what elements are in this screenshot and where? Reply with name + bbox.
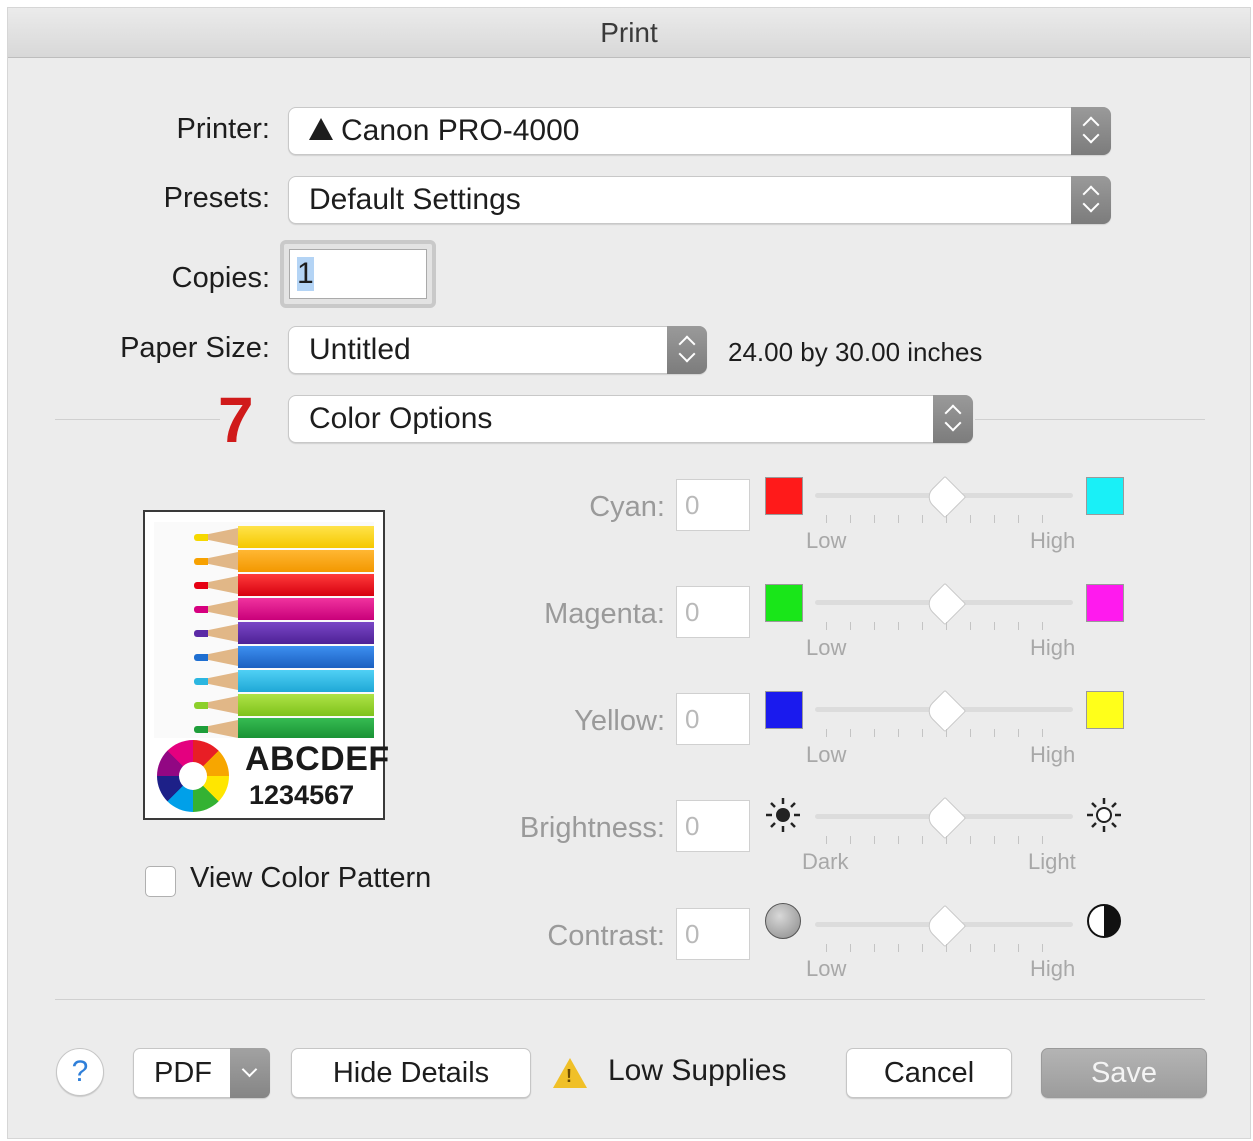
magenta-slider-ticks [826, 622, 1066, 630]
cyan-low-label: Low [806, 528, 847, 553]
warning-exclamation: ! [566, 1066, 572, 1086]
contrast-field[interactable]: 0 [676, 908, 750, 960]
popup-arrows-icon [933, 395, 973, 443]
save-button[interactable]: Save [1041, 1048, 1207, 1098]
separator [55, 419, 220, 420]
copies-field[interactable] [289, 249, 427, 299]
brightness-low-label: Dark [802, 849, 849, 874]
contrast-slider-ticks [826, 944, 1066, 952]
brightness-label: Brightness: [519, 812, 665, 844]
yellow-field[interactable]: 0 [676, 693, 750, 745]
color-preview-image: ABCDEF 1234567 [143, 510, 389, 820]
cyan-field[interactable]: 0 [676, 479, 750, 531]
brightness-slider-ticks [826, 836, 1066, 844]
popup-arrows-icon [1071, 107, 1111, 155]
contrast-high-label: High [1030, 956, 1076, 981]
sun-light-icon [1087, 798, 1121, 832]
view-color-pattern-label: View Color Pattern [190, 862, 432, 894]
window-title: Print [8, 8, 1250, 58]
presets-value: Default Settings [309, 183, 521, 216]
cyan-low-swatch [765, 477, 803, 515]
cyan-label: Cyan: [589, 491, 665, 523]
contrast-label: Contrast: [547, 920, 665, 952]
magenta-high-swatch [1086, 584, 1124, 622]
pdf-menu-button[interactable]: PDF [133, 1048, 270, 1098]
contrast-low-label: Low [806, 956, 847, 981]
magenta-label: Magenta: [544, 598, 665, 630]
help-button[interactable]: ? [56, 1048, 104, 1096]
presets-popup[interactable]: Default Settings [288, 176, 1111, 224]
magenta-low-swatch [765, 584, 803, 622]
paper-size-label: Paper Size: [120, 332, 270, 364]
printer-popup[interactable]: Canon PRO-4000 [288, 107, 1111, 155]
panel-select-popup[interactable]: Color Options [288, 395, 973, 443]
cancel-button[interactable]: Cancel [846, 1048, 1012, 1098]
step-number-annotation: 7 [218, 384, 254, 456]
view-color-pattern-checkbox[interactable] [145, 866, 176, 897]
panel-select-value: Color Options [309, 402, 493, 435]
chevron-down-icon [230, 1048, 270, 1098]
warning-triangle-icon [309, 118, 333, 141]
sun-dark-icon [766, 798, 800, 832]
yellow-label: Yellow: [574, 705, 665, 737]
low-supplies-label[interactable]: Low Supplies [608, 1054, 786, 1088]
paper-size-value: Untitled [309, 333, 411, 366]
brightness-high-label: Light [1028, 849, 1076, 874]
paper-size-dimensions: 24.00 by 30.00 inches [728, 337, 983, 367]
magenta-low-label: Low [806, 635, 847, 660]
separator [975, 419, 1205, 420]
cyan-slider-ticks [826, 515, 1066, 523]
copies-label: Copies: [171, 262, 270, 294]
cyan-high-label: High [1030, 528, 1076, 553]
yellow-low-label: Low [806, 742, 847, 767]
popup-arrows-icon [667, 326, 707, 374]
brightness-field[interactable]: 0 [676, 800, 750, 852]
printer-label: Printer: [176, 113, 270, 145]
presets-label: Presets: [163, 182, 270, 214]
preview-letters: ABCDEF [245, 740, 390, 778]
magenta-field[interactable]: 0 [676, 586, 750, 638]
printer-value: Canon PRO-4000 [341, 114, 580, 147]
popup-arrows-icon [1071, 176, 1111, 224]
cyan-high-swatch [1086, 477, 1124, 515]
preview-numbers: 1234567 [249, 780, 355, 810]
colored-pencils-image [154, 522, 374, 738]
color-wheel-icon [157, 740, 229, 812]
paper-size-popup[interactable]: Untitled [288, 326, 707, 374]
yellow-high-label: High [1030, 742, 1076, 767]
footer-separator [55, 999, 1205, 1000]
pdf-label: PDF [154, 1057, 212, 1089]
copies-focus-ring: 1 [280, 240, 436, 308]
contrast-low-icon [765, 903, 801, 939]
yellow-slider-ticks [826, 729, 1066, 737]
contrast-high-icon [1087, 904, 1121, 938]
hide-details-button[interactable]: Hide Details [291, 1048, 531, 1098]
yellow-high-swatch [1086, 691, 1124, 729]
magenta-high-label: High [1030, 635, 1076, 660]
yellow-low-swatch [765, 691, 803, 729]
